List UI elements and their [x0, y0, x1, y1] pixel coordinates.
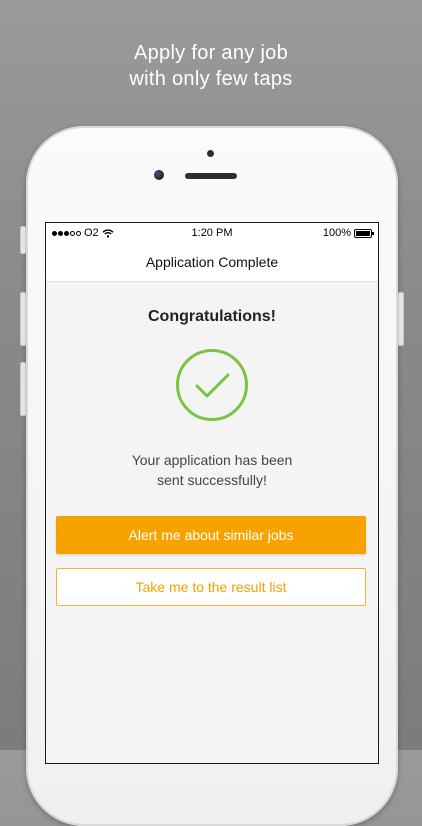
earpiece-speaker: [185, 173, 237, 179]
alert-similar-jobs-button[interactable]: Alert me about similar jobs: [56, 516, 366, 554]
congratulations-heading: Congratulations!: [148, 308, 276, 325]
signal-dot: [52, 230, 57, 236]
promo-line-2: with only few taps: [129, 68, 293, 90]
promo-line-1: Apply for any job: [133, 42, 289, 64]
phone-screen: O2 1:20 PM 100% Application Complete Con…: [45, 222, 379, 764]
success-message: Your application has been sent successfu…: [46, 450, 378, 490]
signal-dot: [76, 230, 81, 236]
success-message-line-2: sent successfully!: [157, 472, 267, 488]
phone-volume-up: [20, 292, 26, 346]
success-message-line-1: Your application has been: [131, 452, 293, 468]
checkmark-circle-icon: [176, 349, 248, 421]
phone-volume-down: [20, 362, 26, 416]
status-bar: O2 1:20 PM 100%: [46, 223, 378, 243]
navigation-bar: Application Complete: [46, 243, 378, 282]
page-title: Application Complete: [145, 254, 279, 270]
promo-headline: Apply for any job with only few taps: [0, 40, 422, 92]
status-right: 100%: [272, 227, 374, 239]
battery-percent: 100%: [322, 227, 351, 239]
signal-strength-icon: [52, 230, 81, 236]
carrier-name: O2: [84, 227, 99, 239]
signal-dot: [70, 230, 75, 236]
battery-fill: [356, 230, 370, 236]
result-list-button[interactable]: Take me to the result list: [56, 568, 366, 606]
proximity-sensor: [207, 150, 214, 157]
wifi-icon: [102, 228, 114, 238]
signal-dot: [58, 230, 63, 236]
phone-power-button: [398, 292, 404, 346]
battery-icon: [354, 228, 374, 238]
status-left: O2: [52, 227, 152, 239]
status-time: 1:20 PM: [191, 227, 233, 239]
phone-mute-switch: [20, 226, 26, 254]
front-camera-icon: [154, 170, 164, 180]
signal-dot: [64, 230, 69, 236]
